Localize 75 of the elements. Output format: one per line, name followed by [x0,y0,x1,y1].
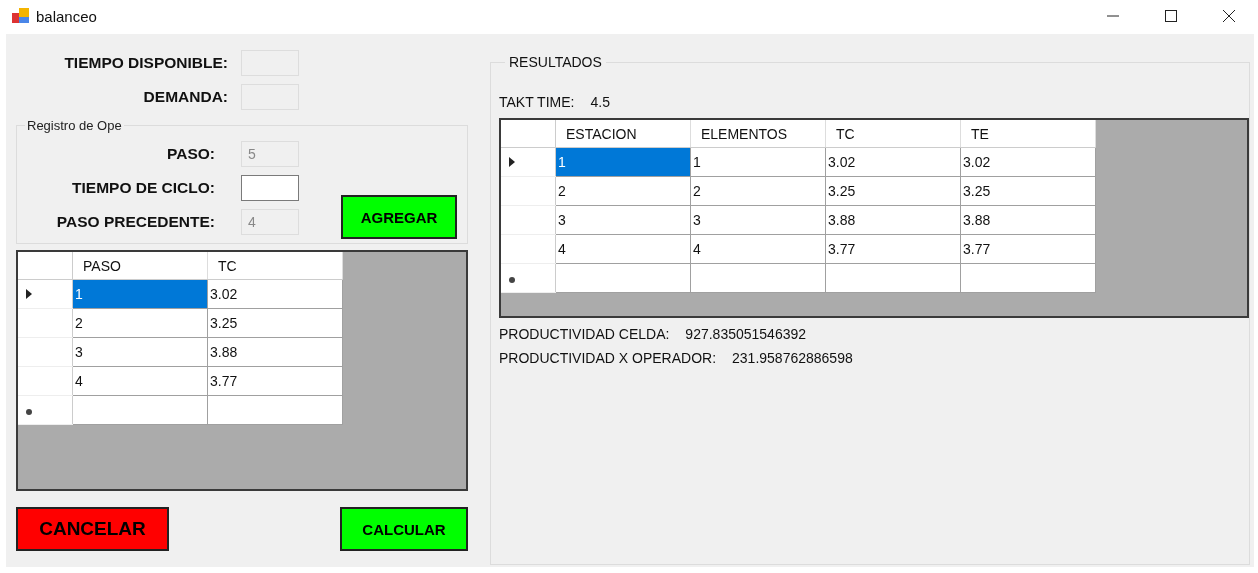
data-grid[interactable]: PASO TC 1 3.02 2 3.25 3 3.88 4 3.77 [16,250,468,491]
table-cell[interactable]: 2 [690,176,826,206]
table-cell[interactable]: 3.25 [825,176,961,206]
column-header[interactable]: TC [825,120,961,148]
row-header[interactable] [18,279,73,309]
table-cell[interactable]: 3.02 [825,147,961,177]
stat-label: PRODUCTIVIDAD CELDA: [499,326,670,342]
table-cell[interactable] [555,263,691,293]
field-label: PASO: [166,145,215,163]
table-cell[interactable] [960,263,1096,293]
table-cell[interactable]: 1 [690,147,826,177]
calculate-button[interactable]: CALCULAR [340,507,468,551]
table-cell[interactable] [690,263,826,293]
row-header[interactable] [501,176,556,206]
window-title: balanceo [36,7,98,25]
table-cell[interactable]: 1 [72,279,208,309]
grid-corner-header [18,252,73,280]
table-cell[interactable]: 3.88 [825,205,961,235]
stat-value: 927.835051546392 [685,326,807,342]
table-cell[interactable]: 3 [690,205,826,235]
table-cell[interactable]: 4 [72,366,208,396]
column-header[interactable]: PASO [72,252,208,280]
new-row-icon [509,277,515,283]
table-cell[interactable]: 3.77 [825,234,961,264]
table-cell[interactable]: 3.02 [207,279,343,309]
table-cell[interactable]: 2 [72,308,208,338]
table-cell[interactable]: 4 [690,234,826,264]
group-title: Registro de Ope [26,118,123,133]
table-cell[interactable]: 2 [555,176,691,206]
row-header[interactable] [18,366,73,396]
takt-time-value: 4.5 [590,94,610,110]
row-header[interactable] [18,395,73,425]
add-button[interactable]: AGREGAR [341,195,457,239]
stat-label: PRODUCTIVIDAD X OPERADOR: [499,350,717,366]
app-icon [12,8,30,24]
table-cell[interactable]: 3.25 [960,176,1096,206]
column-header[interactable]: TC [207,252,343,280]
data-grid[interactable]: ESTACION ELEMENTOS TC TE 1 1 3.02 3.02 2 2 3.25 3.25 3 3 3.88 3.88 4 4 3.77 3.77 [499,118,1249,318]
close-icon [1223,10,1235,22]
table-cell[interactable]: 1 [555,147,691,177]
stat-value: 231.958762886598 [732,350,853,366]
takt-time-label: TAKT TIME: [499,94,575,110]
table-cell[interactable]: 4 [555,234,691,264]
field-label: DEMANDA: [142,88,228,106]
table-cell[interactable]: 3.88 [207,337,343,367]
maximize-icon [1165,10,1177,22]
column-header[interactable]: TE [960,120,1096,148]
row-pointer-icon [26,289,32,299]
field-label: PASO PRECEDENTE: [55,213,215,231]
column-header[interactable]: ESTACION [555,120,691,148]
grid-corner-header [501,120,556,148]
field-label: TIEMPO DISPONIBLE: [63,54,228,72]
row-header[interactable] [501,263,556,293]
column-header[interactable]: ELEMENTOS [690,120,826,148]
row-header[interactable] [501,147,556,177]
table-cell[interactable] [825,263,961,293]
field-label: TIEMPO DE CICLO: [71,179,215,197]
group-title: RESULTADOS [508,54,603,70]
table-cell[interactable]: 3.88 [960,205,1096,235]
input-field[interactable] [241,175,299,201]
row-header[interactable] [18,308,73,338]
row-header[interactable] [501,234,556,264]
row-header[interactable] [18,337,73,367]
table-cell[interactable]: 3.25 [207,308,343,338]
table-cell[interactable]: 3 [72,337,208,367]
table-cell[interactable]: 3.77 [960,234,1096,264]
cancel-button[interactable]: CANCELAR [16,507,169,551]
table-cell[interactable]: 3 [555,205,691,235]
table-cell[interactable] [207,395,343,425]
row-pointer-icon [509,157,515,167]
table-cell[interactable]: 3.02 [960,147,1096,177]
table-cell[interactable] [72,395,208,425]
table-cell[interactable]: 3.77 [207,366,343,396]
row-header[interactable] [501,205,556,235]
new-row-icon [26,409,32,415]
